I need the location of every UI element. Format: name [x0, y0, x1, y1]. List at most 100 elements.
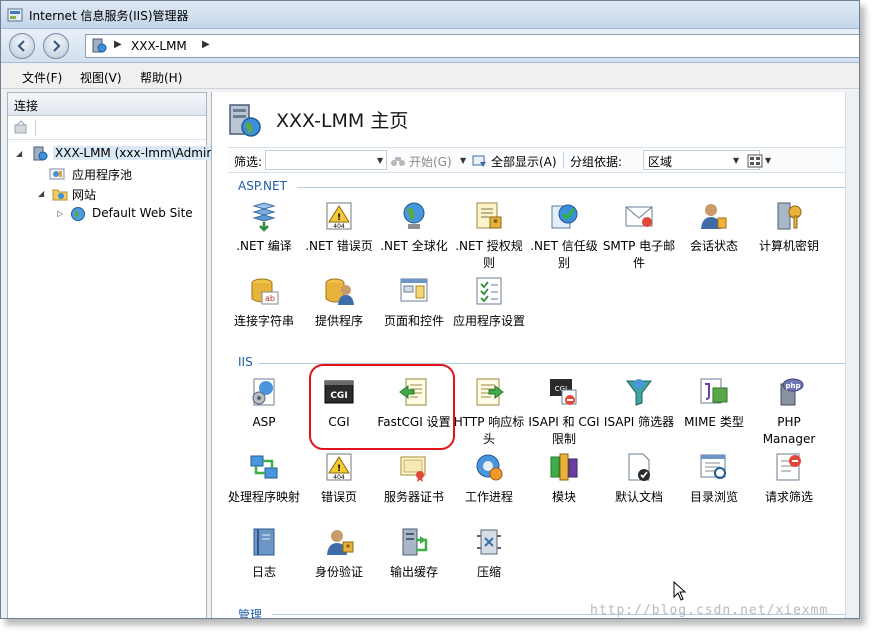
connections-toolbar — [8, 116, 206, 140]
server-icon — [92, 38, 107, 53]
authentication-icon — [327, 530, 354, 555]
feature-app-settings[interactable]: 应用程序设置 — [451, 275, 527, 330]
back-button[interactable] — [9, 33, 35, 59]
start-dropdown-icon[interactable]: ▼ — [460, 156, 466, 165]
certificates-icon — [400, 456, 426, 482]
menu-bar: 文件(F) 视图(V) 帮助(H) — [1, 63, 859, 89]
feature-output-caching[interactable]: 输出缓存 — [376, 526, 452, 581]
feature-pages-controls[interactable]: 页面和控件 — [376, 275, 452, 330]
menu-help[interactable]: 帮助(H) — [140, 69, 182, 86]
php-icon: php — [780, 378, 804, 406]
group-by-dropdown-icon[interactable]: ▼ — [733, 156, 739, 165]
breadcrumb-dropdown-icon[interactable]: ▶ — [202, 39, 210, 50]
app-settings-icon — [476, 277, 502, 305]
feature-error-page[interactable]: ! 404 错误页 — [301, 451, 377, 506]
connect-icon[interactable] — [13, 120, 29, 136]
feature-certificates[interactable]: 服务器证书 — [376, 451, 452, 506]
feature-asp[interactable]: ASP — [226, 376, 302, 431]
tree-expander-icon[interactable]: ◢ — [16, 149, 22, 158]
feature-connection-strings[interactable]: ab 连接字符串 — [226, 275, 302, 330]
http-headers-icon — [476, 378, 504, 406]
svg-text:404: 404 — [333, 474, 345, 481]
server-home-icon — [229, 104, 261, 137]
start-button[interactable]: 开始(G) — [409, 153, 452, 170]
feature-providers[interactable]: 提供程序 — [301, 275, 377, 330]
session-state-icon — [701, 204, 727, 229]
tree-label: 应用程序池 — [72, 168, 133, 182]
feature-compression[interactable]: 压缩 — [451, 526, 527, 581]
feature-label: HTTP 响应标头 — [453, 415, 525, 446]
tree-label: 网站 — [72, 188, 97, 202]
machine-key-icon — [777, 202, 802, 230]
group-by-value: 区域 — [648, 155, 673, 169]
back-arrow-icon — [17, 40, 25, 52]
forward-arrow-icon — [53, 40, 61, 52]
feature-label: MIME 类型 — [684, 415, 744, 429]
feature-handler-mappings[interactable]: 处理程序映射 — [226, 451, 302, 506]
connections-header: 连接 — [8, 93, 206, 116]
feature-globalization[interactable]: .NET 全球化 — [376, 200, 452, 255]
asp-icon — [252, 378, 275, 406]
svg-text:!: ! — [337, 464, 341, 474]
iis-app-icon — [7, 8, 23, 22]
feature-php[interactable]: php PHP Manager — [751, 376, 827, 448]
feature-authorization[interactable]: .NET 授权规则 — [451, 200, 527, 272]
feature-machine-key[interactable]: 计算机密钥 — [751, 200, 827, 255]
feature-compile[interactable]: .NET 编译 — [226, 200, 302, 255]
filter-bar: 筛选: ▼ 开始(G) ▼ 全部显示(A) 分组依据: 区域 ▼ ▼ — [228, 147, 858, 173]
isapi-filters-icon — [626, 379, 652, 406]
address-bar[interactable]: ▶ XXX-LMM ▶ — [85, 34, 859, 58]
menu-view[interactable]: 视图(V) — [80, 69, 122, 86]
view-mode-dropdown-icon[interactable]: ▼ — [765, 156, 771, 165]
tree-expander-icon[interactable]: ▷ — [57, 209, 63, 218]
group-by-select[interactable]: 区域 — [643, 150, 760, 170]
feature-logging[interactable]: 日志 — [226, 526, 302, 581]
feature-label: 目录浏览 — [689, 490, 738, 504]
section-iis: IIS — [238, 355, 253, 369]
feature-request-filtering[interactable]: 请求筛选 — [751, 451, 827, 506]
feature-isapi-cgi[interactable]: CGI ISAPI 和 CGI 限制 — [526, 376, 602, 448]
trust-level-icon — [551, 204, 578, 229]
view-mode-icon[interactable] — [747, 153, 763, 169]
feature-label: 会话状态 — [689, 239, 738, 253]
breadcrumb-server[interactable]: XXX-LMM — [131, 39, 187, 53]
connection-strings-icon: ab — [251, 278, 279, 305]
feature-directory-browsing[interactable]: 目录浏览 — [676, 451, 752, 506]
section-aspnet: ASP.NET — [238, 179, 287, 193]
feature-mime-types[interactable]: MIME 类型 — [676, 376, 752, 431]
feature-label: 服务器证书 — [383, 490, 444, 504]
feature-http-headers[interactable]: HTTP 响应标头 — [451, 376, 527, 448]
feature-label: ASP — [252, 415, 276, 429]
binoculars-icon — [391, 157, 405, 166]
iis-manager-window: Internet 信息服务(IIS)管理器 ▶ XXX-LMM ▶ 文件(F) … — [0, 0, 860, 619]
feature-authentication[interactable]: 身份验证 — [301, 526, 377, 581]
feature-label: 应用程序设置 — [452, 314, 525, 328]
toolbar-separator — [563, 152, 564, 168]
filter-dropdown-icon[interactable]: ▼ — [377, 156, 383, 165]
feature-error-page[interactable]: ! 404 .NET 错误页 — [301, 200, 377, 255]
feature-smtp[interactable]: SMTP 电子邮件 — [601, 200, 677, 272]
directory-browsing-icon — [700, 454, 726, 479]
feature-label: 计算机密钥 — [758, 239, 819, 253]
authorization-icon — [476, 202, 502, 229]
feature-isapi-filters[interactable]: ISAPI 筛选器 — [601, 376, 677, 431]
filter-label: 筛选: — [234, 155, 263, 169]
feature-label: 错误页 — [320, 490, 357, 504]
feature-session-state[interactable]: 会话状态 — [676, 200, 752, 255]
mime-types-icon — [700, 378, 728, 404]
compile-icon — [252, 202, 276, 232]
menu-file[interactable]: 文件(F) — [22, 69, 62, 86]
feature-default-document[interactable]: 默认文档 — [601, 451, 677, 506]
tree-label: XXX-LMM (xxx-lmm\Admir — [53, 146, 214, 160]
vertical-scrollbar[interactable] — [845, 92, 859, 618]
feature-worker-processes[interactable]: 工作进程 — [451, 451, 527, 506]
error-page-icon: !404 — [326, 453, 352, 481]
feature-modules[interactable]: 模块 — [526, 451, 602, 506]
feature-trust-level[interactable]: .NET 信任级别 — [526, 200, 602, 272]
filter-input[interactable] — [265, 150, 387, 170]
tree-expander-icon[interactable]: ◢ — [38, 189, 44, 198]
show-all-button[interactable]: 全部显示(A) — [491, 153, 557, 170]
forward-button[interactable] — [43, 33, 69, 59]
feature-label: .NET 编译 — [236, 239, 292, 253]
compression-icon — [477, 529, 501, 555]
